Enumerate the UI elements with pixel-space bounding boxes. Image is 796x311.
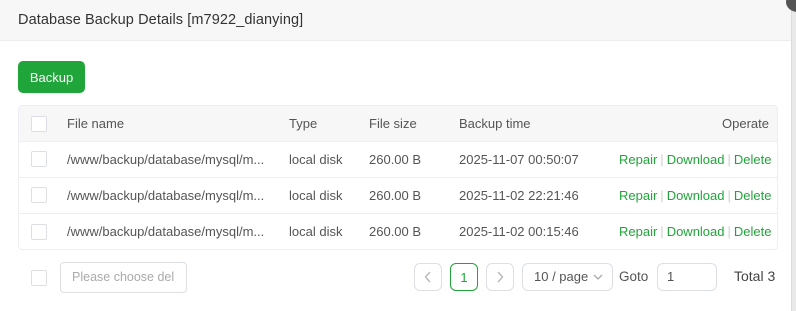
op-separator: | — [660, 223, 664, 239]
file-name-cell: /www/backup/database/mysql/m... — [67, 187, 265, 203]
total-count: Total 3 — [734, 268, 776, 284]
column-file-size: File size — [369, 115, 417, 131]
batch-operation-select[interactable]: Please choose del — [60, 262, 187, 293]
column-file-name: File name — [67, 115, 125, 131]
delete-link[interactable]: Delete — [734, 224, 772, 239]
download-link[interactable]: Download — [667, 188, 725, 203]
download-link[interactable]: Download — [667, 152, 725, 167]
operate-cell: Repair | Download | Delete — [619, 177, 777, 213]
table-row: /www/backup/database/mysql/m... local di… — [19, 213, 777, 249]
backup-time-cell: 2025-11-07 00:50:07 — [459, 151, 579, 167]
column-operate: Operate — [722, 115, 769, 131]
page-size-value: 10 / page — [534, 269, 589, 284]
dialog-title: Database Backup Details [m7922_dianying] — [18, 12, 304, 28]
type-cell: local disk — [289, 151, 343, 167]
chevron-right-icon — [497, 271, 504, 283]
table-footer: Please choose del 1 10 / page Goto 1 Tot… — [18, 262, 778, 294]
table-row: /www/backup/database/mysql/m... local di… — [19, 141, 777, 177]
goto-page-input[interactable]: 1 — [657, 263, 717, 291]
file-size-cell: 260.00 B — [369, 187, 422, 203]
prev-page-button[interactable] — [414, 263, 442, 291]
type-cell: local disk — [289, 223, 343, 239]
file-name-cell: /www/backup/database/mysql/m... — [67, 151, 265, 167]
backup-time-cell: 2025-11-02 00:15:46 — [459, 223, 579, 239]
backup-time-cell: 2025-11-02 22:21:46 — [459, 187, 579, 203]
file-size-cell: 260.00 B — [369, 223, 422, 239]
repair-link[interactable]: Repair — [619, 224, 657, 239]
op-separator: | — [727, 187, 731, 203]
op-separator: | — [727, 151, 731, 167]
operate-cell: Repair | Download | Delete — [619, 213, 777, 249]
footer-select-all-checkbox[interactable] — [31, 270, 47, 286]
table-row: /www/backup/database/mysql/m... local di… — [19, 177, 777, 213]
download-link[interactable]: Download — [667, 224, 725, 239]
operate-cell: Repair | Download | Delete — [619, 141, 777, 177]
op-separator: | — [660, 151, 664, 167]
row-checkbox[interactable] — [31, 223, 47, 240]
delete-link[interactable]: Delete — [734, 152, 772, 167]
backup-details-dialog: Database Backup Details [m7922_dianying]… — [0, 0, 792, 311]
row-checkbox[interactable] — [31, 187, 47, 204]
goto-label: Goto — [619, 269, 649, 284]
dialog-header: Database Backup Details [m7922_dianying] — [0, 0, 791, 41]
page-number-button[interactable]: 1 — [450, 263, 478, 291]
file-size-cell: 260.00 B — [369, 151, 422, 167]
table-header-row: File name Type File size Backup time Ope… — [19, 106, 777, 141]
file-name-cell: /www/backup/database/mysql/m... — [67, 223, 265, 239]
repair-link[interactable]: Repair — [619, 152, 657, 167]
op-separator: | — [660, 187, 664, 203]
repair-link[interactable]: Repair — [619, 188, 657, 203]
op-separator: | — [727, 223, 731, 239]
chevron-down-icon — [593, 274, 603, 280]
row-checkbox[interactable] — [31, 151, 47, 168]
column-type: Type — [289, 115, 318, 131]
next-page-button[interactable] — [486, 263, 514, 291]
page-size-select[interactable]: 10 / page — [522, 263, 613, 291]
select-all-checkbox[interactable] — [31, 115, 47, 132]
column-backup-time: Backup time — [459, 115, 531, 131]
type-cell: local disk — [289, 187, 343, 203]
delete-link[interactable]: Delete — [734, 188, 772, 203]
backup-button[interactable]: Backup — [18, 61, 85, 93]
backup-table: File name Type File size Backup time Ope… — [18, 105, 778, 250]
chevron-left-icon — [424, 271, 431, 283]
